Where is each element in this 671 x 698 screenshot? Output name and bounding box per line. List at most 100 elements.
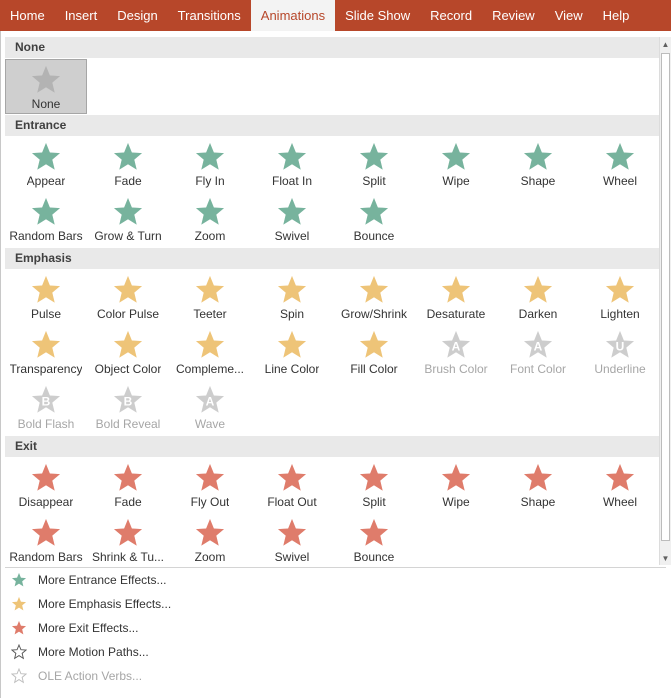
effect-label: Teeter [193, 307, 227, 321]
appear-icon [29, 141, 63, 173]
menu-item-exit[interactable]: More Exit Effects... [1, 616, 670, 640]
split-icon [357, 462, 391, 494]
effect-emphasis-font-color: A Font Color [497, 325, 579, 380]
effect-emphasis-object-color[interactable]: Object Color [87, 325, 169, 380]
effect-entrance-split[interactable]: Split [333, 137, 415, 192]
svg-text:B: B [124, 394, 133, 408]
fly-in-icon [193, 141, 227, 173]
effect-emphasis-grow-shrink[interactable]: Grow/Shrink [333, 270, 415, 325]
scroll-up-icon[interactable]: ▲ [660, 37, 671, 51]
effect-exit-fade[interactable]: Fade [87, 458, 169, 513]
effect-label: Shape [520, 495, 556, 509]
effect-emphasis-line-color[interactable]: Line Color [251, 325, 333, 380]
effect-exit-zoom[interactable]: Zoom [169, 513, 251, 565]
effect-label: Line Color [264, 362, 320, 376]
effect-emphasis-teeter[interactable]: Teeter [169, 270, 251, 325]
tab-insert[interactable]: Insert [55, 0, 108, 31]
effect-emphasis-compleme[interactable]: Compleme... [169, 325, 251, 380]
effect-emphasis-darken[interactable]: Darken [497, 270, 579, 325]
effect-label: Fade [114, 174, 142, 188]
menu-item-emphasis[interactable]: More Emphasis Effects... [1, 592, 670, 616]
effect-exit-float-out[interactable]: Float Out [251, 458, 333, 513]
effect-exit-split[interactable]: Split [333, 458, 415, 513]
tab-animations[interactable]: Animations [250, 0, 336, 31]
tab-design[interactable]: Design [107, 0, 167, 31]
effect-exit-bounce[interactable]: Bounce [333, 513, 415, 565]
teeter-icon [193, 274, 227, 306]
menu-item-ole: OLE Action Verbs... [1, 664, 670, 688]
svg-text:A: A [452, 339, 461, 353]
menu-item-label: More Motion Paths... [38, 645, 149, 659]
menu-item-entrance[interactable]: More Entrance Effects... [1, 568, 670, 592]
effect-label: Split [362, 495, 386, 509]
fade-icon [111, 141, 145, 173]
effect-label: Split [362, 174, 386, 188]
effect-entrance-bounce[interactable]: Bounce [333, 192, 415, 247]
effect-none-none[interactable]: None [5, 59, 87, 114]
effect-entrance-random-bars[interactable]: Random Bars [5, 192, 87, 247]
gallery-scrollbar[interactable]: ▲ ▼ [659, 37, 671, 565]
effects-grid-emphasis: Pulse Color Pulse Teeter Spin Grow/Shrink Des… [5, 269, 662, 436]
effect-entrance-float-in[interactable]: Float In [251, 137, 333, 192]
effect-entrance-fly-in[interactable]: Fly In [169, 137, 251, 192]
ole-gears-icon [10, 667, 28, 684]
effect-label: Wipe [442, 495, 470, 509]
effect-label: Desaturate [426, 307, 486, 321]
effect-label: Zoom [194, 550, 226, 564]
svg-text:A: A [206, 394, 215, 408]
effect-entrance-shape[interactable]: Shape [497, 137, 579, 192]
brush-color-icon: A [439, 329, 473, 361]
effect-exit-shape[interactable]: Shape [497, 458, 579, 513]
effect-entrance-appear[interactable]: Appear [5, 137, 87, 192]
tab-record[interactable]: Record [420, 0, 482, 31]
effect-label: Grow/Shrink [340, 307, 408, 321]
effect-label: Grow & Turn [94, 229, 162, 243]
effect-emphasis-lighten[interactable]: Lighten [579, 270, 661, 325]
effect-entrance-wipe[interactable]: Wipe [415, 137, 497, 192]
menu-item-label: More Emphasis Effects... [38, 597, 172, 611]
random-bars-icon [29, 196, 63, 228]
effect-label: Darken [518, 307, 558, 321]
effect-entrance-fade[interactable]: Fade [87, 137, 169, 192]
effect-exit-shrink-tu[interactable]: Shrink & Tu... [87, 513, 169, 565]
effect-entrance-swivel[interactable]: Swivel [251, 192, 333, 247]
swivel-icon [275, 196, 309, 228]
tab-transitions[interactable]: Transitions [168, 0, 251, 31]
effect-emphasis-desaturate[interactable]: Desaturate [415, 270, 497, 325]
effect-entrance-zoom[interactable]: Zoom [169, 192, 251, 247]
effect-exit-disappear[interactable]: Disappear [5, 458, 87, 513]
effect-emphasis-transparency[interactable]: Transparency [5, 325, 87, 380]
menu-item-path[interactable]: More Motion Paths... [1, 640, 670, 664]
effect-emphasis-pulse[interactable]: Pulse [5, 270, 87, 325]
animation-gallery-panel: None None Entrance Appear Fade Fly In Float In… [0, 31, 671, 698]
scrollbar-thumb[interactable] [661, 53, 670, 541]
scroll-down-icon[interactable]: ▼ [660, 551, 671, 565]
shape-icon [521, 462, 555, 494]
float-in-icon [275, 141, 309, 173]
effect-entrance-grow-turn[interactable]: Grow & Turn [87, 192, 169, 247]
swivel-icon [275, 517, 309, 549]
effect-exit-fly-out[interactable]: Fly Out [169, 458, 251, 513]
effect-exit-swivel[interactable]: Swivel [251, 513, 333, 565]
effect-exit-wipe[interactable]: Wipe [415, 458, 497, 513]
desaturate-icon [439, 274, 473, 306]
effect-exit-random-bars[interactable]: Random Bars [5, 513, 87, 565]
tab-home[interactable]: Home [0, 0, 55, 31]
transparency-icon [29, 329, 63, 361]
color-pulse-icon [111, 274, 145, 306]
spin-icon [275, 274, 309, 306]
animation-effects-gallery: None None Entrance Appear Fade Fly In Float In… [5, 37, 662, 565]
tab-review[interactable]: Review [482, 0, 545, 31]
effect-emphasis-spin[interactable]: Spin [251, 270, 333, 325]
grow-shrink-icon [357, 274, 391, 306]
tab-view[interactable]: View [545, 0, 593, 31]
effect-emphasis-color-pulse[interactable]: Color Pulse [87, 270, 169, 325]
tab-help[interactable]: Help [593, 0, 640, 31]
effect-label: None [31, 97, 61, 111]
effect-entrance-wheel[interactable]: Wheel [579, 137, 661, 192]
zoom-icon [193, 517, 227, 549]
entrance-star-icon [11, 572, 27, 588]
effect-emphasis-fill-color[interactable]: Fill Color [333, 325, 415, 380]
effect-exit-wheel[interactable]: Wheel [579, 458, 661, 513]
tab-slide-show[interactable]: Slide Show [335, 0, 420, 31]
